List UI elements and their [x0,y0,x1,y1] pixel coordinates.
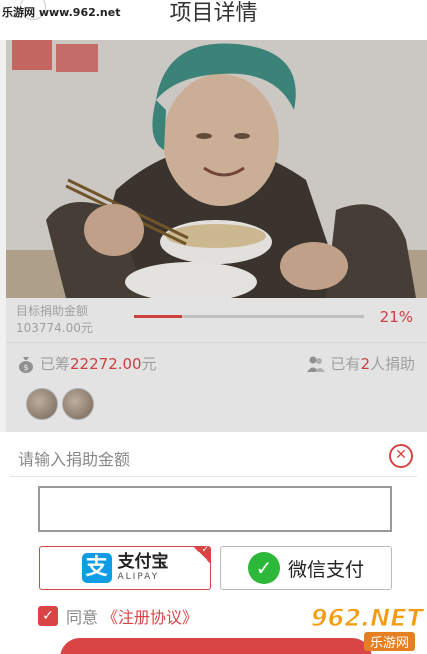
alipay-icon: 支 [81,553,112,583]
site-logo-watermark: 962.NET 乐游网 [285,604,424,652]
header: 项目详情 乐游网 www.962.net [0,0,427,40]
avatar[interactable] [62,388,94,420]
logo-watermark-main: 962.NET [310,604,423,633]
raised-value: 22272.00 [70,354,142,373]
progress-bar-fill [134,315,183,318]
donor-avatars [6,384,427,432]
funding-progress: 目标捐助金额 103774.00元 21% [6,298,427,342]
selected-check-icon [194,545,210,563]
donors-prefix: 已有 [330,355,361,373]
alipay-en-label: ALIPAY [117,572,160,582]
donor-count: 已有 2 人捐助 [306,353,415,374]
agreement-link[interactable]: 《注册协议》 [102,604,198,628]
donate-sheet-title: 请输入捐助金额 [18,450,131,469]
avatar[interactable] [26,388,58,420]
money-bag-icon: $ [16,354,36,374]
svg-text:$: $ [23,363,28,372]
people-icon [306,354,326,374]
target-amount: 103774.00元 [16,321,93,335]
close-icon[interactable]: ✕ [389,444,413,468]
raised-suffix: 元 [141,355,157,373]
raised-prefix: 已筹 [40,355,71,373]
wechat-pay-button[interactable]: ✓ 微信支付 [220,546,392,590]
wechat-pay-label: 微信支付 [287,558,364,581]
progress-bar [134,315,364,318]
raised-amount: $ 已筹 22272.00 元 [16,353,157,374]
logo-watermark-sub: 乐游网 [363,632,415,651]
agreement-row: ✓ 同意 《注册协议》 [38,604,198,628]
agree-checkbox[interactable]: ✓ [38,606,58,626]
alipay-label: 支付宝 ALIPAY [118,554,169,582]
wechat-icon: ✓ [247,552,280,584]
donation-amount-input[interactable] [38,486,392,532]
donors-suffix: 人捐助 [369,355,415,373]
donors-count: 2 [360,354,370,373]
progress-percent: 21% [379,308,413,326]
alipay-button[interactable]: 支 支付宝 ALIPAY [39,545,211,590]
project-photo [6,40,427,298]
site-watermark: 乐游网 www.962.net [2,6,121,19]
divider [10,476,417,477]
alipay-cn-label: 支付宝 [117,552,169,572]
agree-text: 同意 [66,608,99,627]
donation-stats: $ 已筹 22272.00 元 已有 2 人捐助 [6,342,427,384]
target-label: 目标捐助金额 [16,304,89,318]
